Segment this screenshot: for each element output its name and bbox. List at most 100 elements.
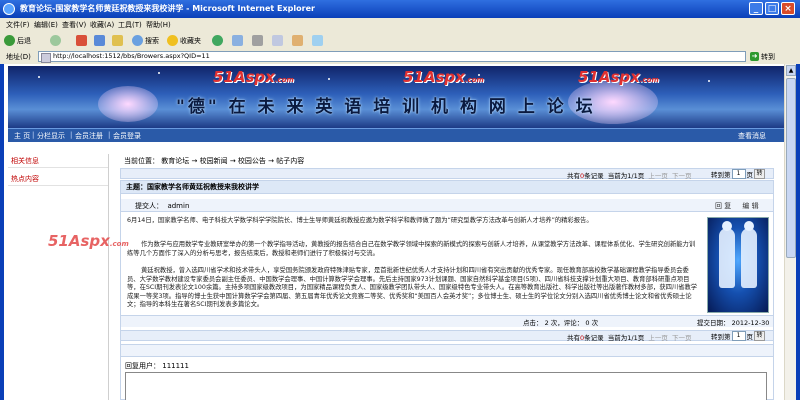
menu-view[interactable]: 查看(V) bbox=[62, 20, 86, 30]
post-date: 提交日期： 2012-12-30 bbox=[697, 319, 770, 327]
document-icon bbox=[272, 35, 283, 46]
back-arrow-icon bbox=[4, 35, 15, 46]
menu-file[interactable]: 文件(F) bbox=[6, 20, 30, 30]
maximize-button[interactable]: □ bbox=[765, 2, 779, 15]
print-icon bbox=[252, 35, 263, 46]
pager-bottom: 共有0条记录 当前为1/1页 上一页 下一页 转到第 1 页 转 bbox=[120, 330, 774, 342]
go-button[interactable]: ➜ 转到 bbox=[750, 51, 775, 62]
stop-button[interactable] bbox=[76, 33, 89, 48]
nav-view-messages[interactable]: 查看消息 bbox=[738, 131, 766, 141]
page-jump: 转到第 1 页 转 bbox=[711, 331, 765, 341]
mail-icon bbox=[232, 35, 243, 46]
refresh-button[interactable] bbox=[94, 33, 107, 48]
menu-help[interactable]: 帮助(H) bbox=[146, 20, 171, 30]
edit-page-button[interactable] bbox=[272, 33, 285, 48]
window-title-bar[interactable]: 教育论坛-国家教学名师黄廷祝教授来我校讲学 - Microsoft Intern… bbox=[0, 0, 800, 18]
reply-textarea[interactable] bbox=[125, 372, 767, 400]
messenger-icon bbox=[312, 35, 323, 46]
nav-separator: | bbox=[32, 131, 35, 139]
media-icon bbox=[212, 35, 223, 46]
edit-link[interactable]: 编 辑 bbox=[742, 202, 758, 210]
pager-info: 共有0条记录 当前为1/1页 上一页 下一页 bbox=[567, 172, 692, 180]
address-url: http://localhost:1512/bbs/Browers.aspx?Q… bbox=[53, 52, 210, 60]
forward-button[interactable] bbox=[50, 33, 63, 48]
scroll-up-arrow-icon[interactable]: ▲ bbox=[786, 65, 796, 76]
avatar-figure bbox=[741, 228, 757, 288]
prev-page-link[interactable]: 上一页 bbox=[648, 172, 668, 180]
nav-column-view[interactable]: 分栏显示 bbox=[37, 131, 65, 141]
post-stats: 点击： 2 次，评论： 0 次 bbox=[523, 319, 599, 327]
menu-favorites[interactable]: 收藏(A) bbox=[90, 20, 114, 30]
print-button[interactable] bbox=[252, 33, 265, 48]
reply-section: 回复用户： 111111 bbox=[120, 344, 774, 400]
nav-register[interactable]: 会员注册 bbox=[75, 131, 103, 141]
nav-separator: | bbox=[70, 131, 73, 139]
sidebar-item-related[interactable]: 相关信息 bbox=[11, 156, 39, 166]
menu-tools[interactable]: 工具(T) bbox=[118, 20, 142, 30]
banner-glow bbox=[98, 86, 158, 122]
avatar-figure bbox=[719, 228, 735, 288]
nav-home[interactable]: 主 页 bbox=[14, 131, 30, 141]
banner-star bbox=[328, 78, 330, 80]
discuss-icon bbox=[292, 35, 303, 46]
pager-info: 共有0条记录 当前为1/1页 上一页 下一页 bbox=[567, 334, 692, 342]
page-jump-button[interactable]: 转 bbox=[754, 331, 765, 341]
page-jump-button[interactable]: 转 bbox=[754, 169, 765, 179]
topic-title: 主题：国家教学名师黄廷祝教授来我校讲学 bbox=[121, 181, 773, 194]
breadcrumb-campus-news[interactable]: 校园新闻 bbox=[200, 157, 228, 165]
close-button[interactable]: × bbox=[781, 2, 795, 15]
author-avatar bbox=[707, 217, 769, 313]
sidebar-item-hot[interactable]: 热点内容 bbox=[11, 174, 39, 184]
banner-star bbox=[38, 76, 40, 78]
breadcrumb-forum[interactable]: 教育论坛 bbox=[161, 157, 189, 165]
favorites-button[interactable]: 收藏夹 bbox=[167, 33, 201, 48]
address-bar: 地址(D) http://localhost:1512/bbs/Browers.… bbox=[0, 49, 800, 65]
forward-arrow-icon bbox=[50, 35, 61, 46]
page-jump-input[interactable]: 1 bbox=[731, 169, 746, 179]
next-page-link[interactable]: 下一页 bbox=[672, 334, 692, 342]
mail-button[interactable] bbox=[232, 33, 245, 48]
banner-slogan: "德" 在 未 来 英 语 培 训 机 构 网 上 论 坛 bbox=[176, 97, 596, 117]
internet-explorer-icon bbox=[3, 3, 15, 15]
page-jump: 转到第 1 页 转 bbox=[711, 169, 765, 179]
page-jump-input[interactable]: 1 bbox=[731, 331, 746, 341]
scrollbar-thumb[interactable] bbox=[786, 78, 796, 258]
search-icon bbox=[132, 35, 143, 46]
pager-top: 共有0条记录 当前为1/1页 上一页 下一页 转到第 1 页 转 bbox=[120, 168, 774, 180]
reply-link[interactable]: 回 复 bbox=[715, 202, 731, 210]
back-button[interactable]: 后退 bbox=[4, 33, 31, 48]
breadcrumb-arrow: → bbox=[268, 157, 275, 165]
prev-page-link[interactable]: 上一页 bbox=[648, 334, 668, 342]
home-button[interactable] bbox=[112, 33, 125, 48]
menu-edit[interactable]: 编辑(E) bbox=[34, 20, 58, 30]
next-page-link[interactable]: 下一页 bbox=[672, 172, 692, 180]
messenger-button[interactable] bbox=[312, 33, 325, 48]
post-actions: 回 复 编 辑 bbox=[715, 201, 759, 211]
post-paragraph: 黄廷祝教授，曾入选四川省学术和技术带头人，享受国务院颁发政府特殊津贴专家，是首批… bbox=[127, 267, 698, 308]
post-paragraph: 作为数学与应用数学专业教研室举办的第一个教学指导活动，黄教授的报告结合自己在数学… bbox=[127, 241, 696, 257]
reply-user: 回复用户： 111111 bbox=[125, 362, 189, 370]
discuss-button[interactable] bbox=[292, 33, 305, 48]
address-input[interactable]: http://localhost:1512/bbs/Browers.aspx?Q… bbox=[38, 51, 746, 63]
nav-login[interactable]: 会员登录 bbox=[113, 131, 141, 141]
refresh-icon bbox=[94, 35, 105, 46]
banner-watermark: 51Aspx.com bbox=[578, 68, 659, 86]
search-button[interactable]: 搜索 bbox=[132, 33, 159, 48]
breadcrumb-campus-notice[interactable]: 校园公告 bbox=[238, 157, 266, 165]
home-icon bbox=[112, 35, 123, 46]
media-button[interactable] bbox=[212, 33, 225, 48]
go-arrow-icon: ➜ bbox=[750, 52, 759, 61]
page-content: 51Aspx.com 51Aspx.com 51Aspx.com "德" 在 未… bbox=[4, 64, 796, 400]
stop-icon bbox=[76, 35, 87, 46]
sidebar-divider bbox=[8, 185, 108, 186]
reply-header bbox=[121, 345, 773, 357]
nav-separator: | bbox=[108, 131, 111, 139]
breadcrumb-prefix: 当前位置： bbox=[124, 157, 159, 165]
post-footer: 点击： 2 次，评论： 0 次 提交日期： 2012-12-30 bbox=[121, 315, 773, 327]
minimize-button[interactable]: _ bbox=[749, 2, 763, 15]
post-header: 提交人： admin 回 复 编 辑 bbox=[121, 199, 773, 212]
breadcrumb-arrow: → bbox=[191, 157, 198, 165]
vertical-scrollbar[interactable]: ▲ bbox=[784, 64, 796, 400]
forum-nav-bar: 主 页 | 分栏显示 | 会员注册 | 会员登录 查看消息 bbox=[8, 128, 792, 142]
address-label: 地址(D) bbox=[6, 53, 31, 61]
